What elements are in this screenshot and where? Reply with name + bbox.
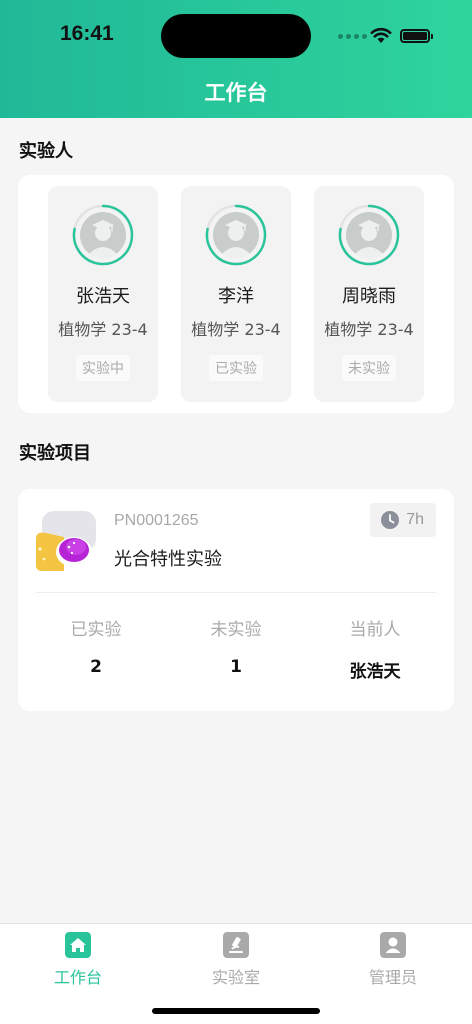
tab-admin[interactable]: 管理员 (343, 932, 443, 988)
tab-lab[interactable]: 实验室 (186, 932, 286, 988)
signal-icon (338, 34, 367, 39)
experimenter-card[interactable]: 张浩天 植物学 23-4 实验中 (48, 186, 158, 402)
experimenter-class: 植物学 23-4 (191, 320, 281, 339)
status-badge: 实验中 (76, 355, 130, 381)
home-indicator (152, 1008, 320, 1014)
tab-workbench[interactable]: 工作台 (28, 932, 128, 988)
project-card[interactable]: PN0001265 光合特性实验 7h 已实验 2 未实验 1 当前人 张浩天 (18, 489, 454, 711)
experiment-thumbnail (36, 511, 96, 571)
home-icon (65, 932, 91, 958)
stat-label: 未实验 (210, 620, 262, 640)
avatar (338, 204, 400, 266)
stat-current-person: 当前人 张浩天 (315, 615, 435, 682)
wifi-icon (370, 27, 392, 43)
stat-value: 2 (90, 657, 102, 677)
avatar (72, 204, 134, 266)
stat-done: 已实验 2 (36, 615, 156, 677)
stat-label: 已实验 (70, 620, 122, 640)
clock-icon (381, 511, 400, 529)
project-code: PN0001265 (114, 512, 199, 529)
experimenters-section-title: 实验人 (19, 141, 73, 162)
tab-label: 管理员 (368, 968, 417, 987)
experimenter-card[interactable]: 周晓雨 植物学 23-4 未实验 (314, 186, 424, 402)
battery-icon (400, 29, 433, 43)
status-icons (338, 26, 438, 46)
duration-value: 7h (406, 511, 424, 528)
experimenter-name: 张浩天 (76, 286, 130, 307)
status-badge: 已实验 (209, 355, 263, 381)
status-badge: 未实验 (342, 355, 396, 381)
projects-section-title: 实验项目 (19, 443, 91, 464)
experimenter-name: 李洋 (218, 286, 254, 307)
status-time: 16:41 (60, 22, 114, 45)
experimenter-card[interactable]: 李洋 植物学 23-4 已实验 (181, 186, 291, 402)
experimenter-class: 植物学 23-4 (324, 320, 414, 339)
project-name: 光合特性实验 (114, 549, 222, 570)
app-header: 16:41 工作台 (0, 0, 472, 118)
duration-badge: 7h (370, 503, 436, 537)
user-icon (380, 932, 406, 958)
tab-label: 实验室 (211, 968, 260, 987)
stat-value: 张浩天 (349, 662, 401, 682)
stat-pending: 未实验 1 (176, 615, 296, 677)
page-title: 工作台 (204, 81, 268, 105)
dynamic-island (161, 14, 311, 58)
avatar (205, 204, 267, 266)
tab-label: 工作台 (53, 968, 102, 987)
stat-label: 当前人 (349, 620, 401, 640)
experimenter-class: 植物学 23-4 (58, 320, 148, 339)
experimenters-card: 张浩天 植物学 23-4 实验中 李洋 植物学 23-4 已实验 周晓雨 植物学… (18, 175, 454, 413)
experimenter-name: 周晓雨 (342, 286, 396, 307)
stat-value: 1 (230, 657, 242, 677)
divider (36, 592, 436, 593)
microscope-icon (223, 932, 249, 958)
